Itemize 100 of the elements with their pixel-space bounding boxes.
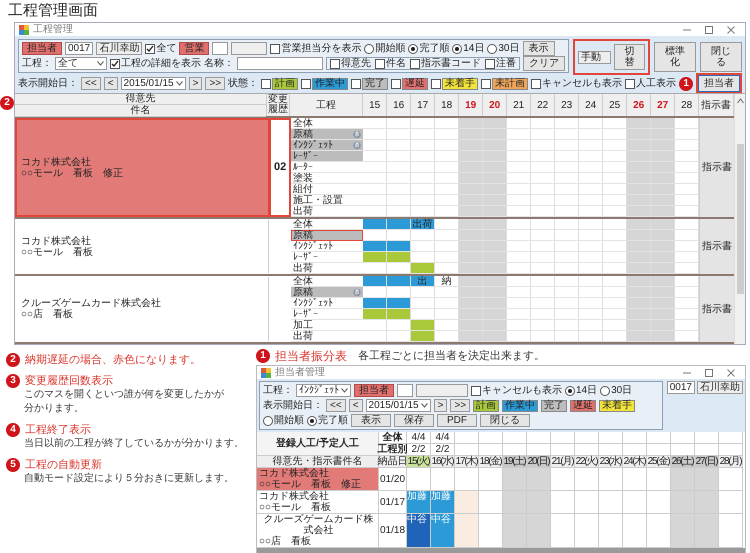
schedule-cell[interactable] (671, 514, 695, 548)
schedule-cell[interactable] (695, 491, 719, 514)
nav-button[interactable]: > (434, 399, 448, 412)
minimize-icon[interactable] (683, 28, 692, 30)
schedule-cell[interactable] (551, 468, 575, 491)
schedule-cell[interactable] (503, 468, 527, 491)
maximize-icon[interactable] (705, 368, 713, 376)
staff-code-field[interactable]: 0017 (65, 42, 94, 55)
nav-button[interactable]: >> (205, 77, 226, 90)
date-field[interactable]: 2015/01/15 (366, 399, 431, 412)
schedule-cell[interactable] (551, 514, 575, 548)
checkbox[interactable] (410, 58, 420, 68)
radio-button[interactable] (452, 44, 462, 54)
standardize-button[interactable]: 標準化 (654, 42, 696, 72)
schedule-cell[interactable] (431, 468, 455, 491)
schedule-cell[interactable] (527, 491, 551, 514)
close-button[interactable]: 閉じる (700, 42, 742, 72)
toolbar-button[interactable]: 保存 (394, 414, 434, 427)
checkbox[interactable] (431, 78, 442, 88)
checkbox[interactable] (270, 44, 280, 54)
staff-code-field[interactable] (397, 384, 413, 397)
schedule-cell[interactable] (623, 468, 647, 491)
schedule-cell[interactable] (671, 491, 695, 514)
close-icon[interactable] (727, 368, 735, 376)
schedule-cell[interactable] (575, 491, 599, 514)
checkbox[interactable] (485, 58, 495, 68)
nav-button[interactable]: << (326, 399, 346, 412)
schedule-cell[interactable] (551, 491, 575, 514)
schedule-cell[interactable] (719, 491, 743, 514)
name-input-field[interactable] (237, 57, 323, 70)
schedule-cell[interactable] (599, 468, 623, 491)
minimize-icon[interactable] (683, 372, 691, 374)
schedule-cell[interactable] (719, 514, 743, 548)
schedule-cell[interactable] (455, 468, 479, 491)
schedule-cell[interactable] (503, 514, 527, 548)
nav-button[interactable]: >> (450, 399, 470, 412)
checkbox[interactable] (391, 78, 402, 88)
nav-button[interactable]: > (188, 77, 202, 90)
arrow-up-icon[interactable] (736, 98, 744, 104)
schedule-cell[interactable] (479, 491, 503, 514)
show-button[interactable]: 表示 (522, 41, 554, 56)
schedule-cell[interactable] (695, 468, 719, 491)
maximize-icon[interactable] (705, 26, 714, 34)
sales-code-field[interactable] (212, 42, 228, 55)
toolbar-button[interactable]: 閉じる (480, 414, 530, 427)
checkbox[interactable] (330, 58, 340, 68)
paperclip-icon[interactable] (353, 288, 362, 297)
schedule-cell[interactable] (599, 514, 623, 548)
paperclip-icon[interactable] (353, 130, 362, 139)
checkbox[interactable] (625, 78, 636, 88)
checkbox[interactable] (301, 78, 312, 88)
nav-button[interactable]: < (348, 399, 363, 412)
schedule-cell[interactable] (527, 514, 551, 548)
staff-button[interactable]: 担当者 (696, 73, 742, 94)
radio-button[interactable] (487, 44, 498, 54)
order-cell[interactable]: コカド株式会社 ○○モール 看板 修正 (15, 118, 270, 217)
schedule-cell[interactable] (479, 468, 503, 491)
clear-button[interactable]: クリア (523, 56, 565, 71)
radio-button[interactable] (364, 44, 374, 54)
radio-button[interactable] (600, 386, 610, 396)
schedule-cell[interactable] (599, 491, 623, 514)
checkbox[interactable] (261, 78, 272, 88)
schedule-cell[interactable] (455, 491, 479, 514)
schedule-cell[interactable] (623, 514, 647, 548)
schedule-cell[interactable] (671, 468, 695, 491)
nav-button[interactable]: << (81, 77, 101, 90)
scrollbar[interactable] (734, 94, 746, 344)
switch-button[interactable]: 切替 (614, 44, 645, 70)
toolbar-button[interactable]: 表示 (351, 414, 391, 427)
instruction-cell[interactable]: 指示書 (699, 276, 734, 342)
checkbox[interactable] (110, 58, 120, 68)
schedule-cell[interactable] (455, 514, 479, 548)
instruction-cell[interactable]: 指示書 (699, 219, 734, 274)
radio-button[interactable] (307, 416, 317, 426)
schedule-cell[interactable] (623, 491, 647, 514)
schedule-cell[interactable] (479, 514, 503, 548)
schedule-cell[interactable] (719, 468, 743, 491)
radio-button[interactable] (408, 44, 418, 54)
schedule-cell[interactable]: 中谷 (407, 514, 431, 548)
schedule-cell[interactable] (407, 468, 431, 491)
process-dropdown[interactable]: ｲﾝｸｼﾞｪｯﾄ (296, 384, 351, 397)
checkbox[interactable] (375, 58, 385, 68)
process-dropdown[interactable]: 全て (55, 57, 107, 70)
radio-button[interactable] (565, 386, 575, 396)
schedule-cell[interactable] (695, 514, 719, 548)
schedule-cell[interactable] (575, 468, 599, 491)
radio-button[interactable] (263, 416, 273, 426)
instruction-cell[interactable]: 指示書 (699, 118, 734, 217)
date-field[interactable]: 2015/01/15 (120, 77, 186, 90)
checkbox[interactable] (481, 78, 492, 88)
paperclip-icon[interactable] (353, 141, 362, 150)
nav-button[interactable]: < (104, 77, 118, 90)
schedule-cell[interactable] (647, 491, 671, 514)
toolbar-button[interactable]: PDF (437, 414, 477, 427)
checkbox[interactable] (351, 78, 362, 88)
schedule-cell[interactable] (647, 468, 671, 491)
close-icon[interactable] (727, 26, 736, 34)
checkbox[interactable] (471, 386, 481, 396)
history-count-cell[interactable]: 02 (269, 118, 292, 217)
checkbox[interactable] (145, 44, 156, 54)
